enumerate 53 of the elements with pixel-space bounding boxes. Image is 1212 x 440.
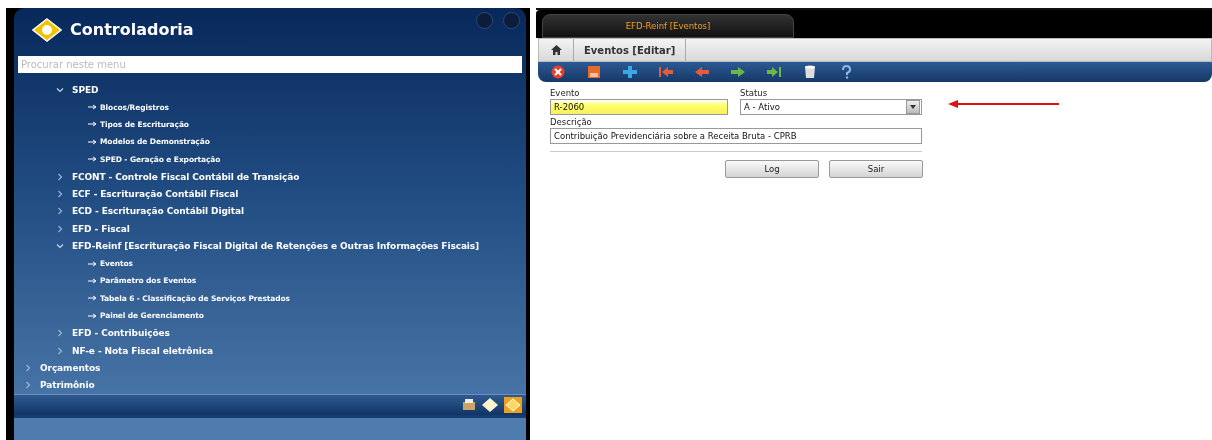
logo-icon	[32, 18, 62, 42]
chevron-right-icon[interactable]	[56, 346, 64, 355]
action-button[interactable]: Sair	[829, 160, 923, 178]
next-icon[interactable]	[730, 65, 746, 79]
status-dropdown[interactable]: A - Ativo	[740, 99, 922, 115]
chevron-down-icon[interactable]	[56, 85, 64, 94]
chevron-right-icon[interactable]	[56, 172, 64, 181]
menu-item[interactable]: EFD - Fiscal	[72, 223, 130, 234]
menu-item[interactable]: FCONT - Controle Fiscal Contábil de Transição	[72, 171, 300, 182]
arrow-right-icon	[88, 312, 97, 319]
chevron-right-icon[interactable]	[24, 381, 32, 390]
menu-item[interactable]: ECD - Escrituração Contábil Digital	[72, 206, 244, 217]
home-icon[interactable]	[550, 45, 562, 55]
input-field[interactable]: R-2060	[550, 99, 728, 115]
last-icon[interactable]	[766, 65, 782, 79]
chevron-right-icon[interactable]	[56, 207, 64, 216]
action-button[interactable]: Log	[725, 160, 819, 178]
arrow-right-icon	[88, 295, 97, 302]
caret-icon[interactable]	[910, 105, 916, 109]
menu-item[interactable]: NF-e - Nota Fiscal eletrônica	[72, 345, 213, 356]
cancel-icon[interactable]	[550, 65, 566, 79]
trash-icon[interactable]	[802, 65, 818, 79]
arrow-right-icon	[88, 138, 97, 145]
menu-item[interactable]: Patrimônio	[40, 380, 95, 391]
app-title: Controladoria	[70, 20, 194, 40]
menu-item[interactable]: ECF - Escrituração Contábil Fiscal	[72, 189, 239, 199]
menu-item[interactable]: SPED	[72, 84, 99, 95]
chevron-right-icon[interactable]	[56, 224, 64, 233]
arrow-right-icon	[88, 260, 97, 267]
field-label: Descrição	[550, 117, 593, 127]
diamond-icon[interactable]	[482, 398, 498, 412]
search-field[interactable]: Procurar neste menu	[18, 56, 522, 73]
previous-icon[interactable]	[694, 65, 710, 79]
chevron-right-icon[interactable]	[56, 329, 64, 338]
chevron-right-icon[interactable]	[56, 190, 64, 198]
first-icon[interactable]	[658, 65, 674, 79]
arrow-right-icon	[88, 104, 97, 111]
arrow-right-icon	[88, 121, 97, 128]
breadcrumb[interactable]: Eventos [Editar]	[574, 39, 687, 61]
add-icon[interactable]	[622, 65, 638, 79]
menu-item[interactable]: EFD-Reinf [Escrituração Fiscal Digital de Retenções e Outras Informações Fiscais]	[72, 241, 480, 252]
field-label: Evento	[550, 88, 581, 98]
arrow-right-icon	[88, 277, 97, 284]
save-icon[interactable]	[586, 65, 602, 79]
arrow-right-icon	[88, 156, 97, 163]
chevron-right-icon[interactable]	[24, 363, 32, 372]
input-field[interactable]: Contribuição Previdenciária sobre a Receita Bruta - CPRB	[550, 128, 922, 144]
menu-item[interactable]: Orçamentos	[40, 362, 101, 373]
printer-icon[interactable]	[462, 399, 476, 411]
menu-item[interactable]: EFD - Contribuições	[72, 328, 170, 339]
chevron-down-icon[interactable]	[56, 242, 64, 251]
field-label: Status	[740, 88, 769, 98]
tab[interactable]: EFD-Reinf [Eventos]	[542, 14, 794, 38]
